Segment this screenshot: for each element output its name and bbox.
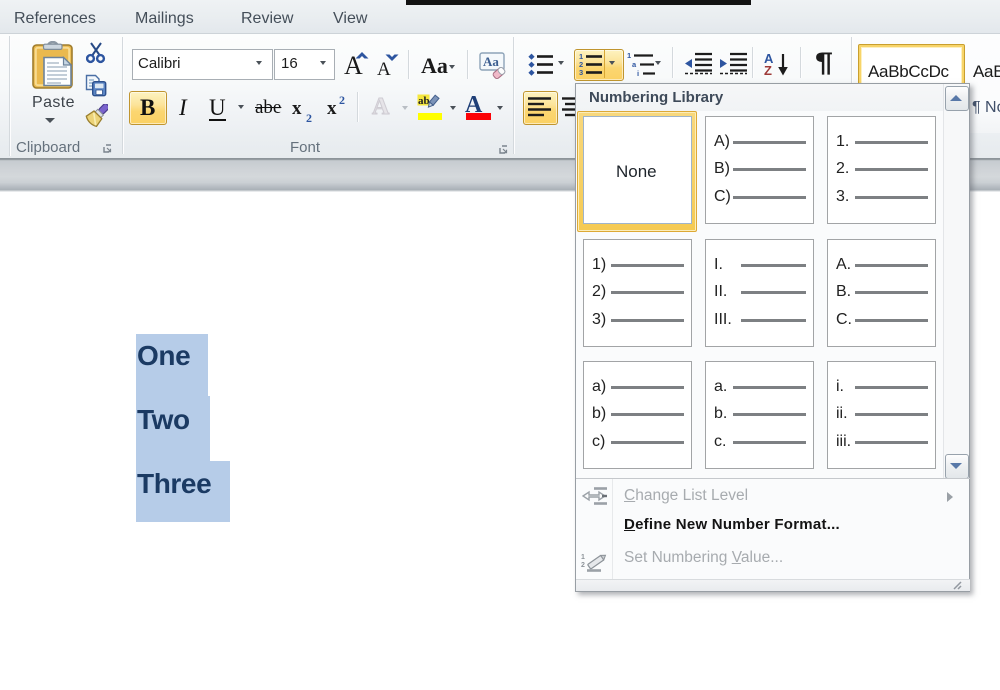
svg-text:3: 3: [579, 68, 583, 77]
svg-text:2: 2: [581, 562, 585, 569]
svg-text:i: i: [637, 69, 639, 77]
svg-text:a: a: [632, 60, 637, 69]
svg-text:1: 1: [627, 51, 631, 60]
svg-text:Aa: Aa: [483, 54, 499, 69]
svg-text:1: 1: [581, 554, 585, 561]
svg-text:ab: ab: [418, 95, 430, 107]
